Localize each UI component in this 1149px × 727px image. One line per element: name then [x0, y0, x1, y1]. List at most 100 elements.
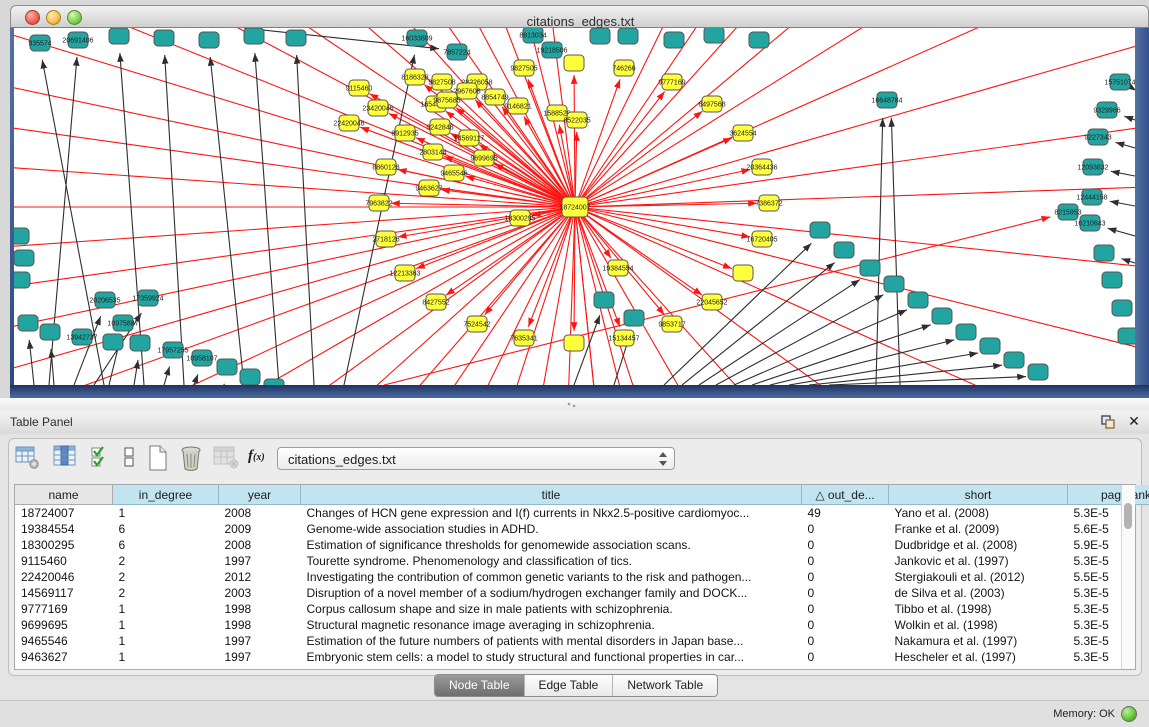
- column-header-name[interactable]: name: [15, 485, 113, 505]
- column-header-title[interactable]: title: [301, 485, 802, 505]
- graph-edge[interactable]: [1108, 228, 1135, 236]
- graph-node[interactable]: [264, 379, 284, 385]
- table-cell[interactable]: 1997: [219, 649, 301, 665]
- table-cell[interactable]: 0: [802, 617, 889, 633]
- graph-edge[interactable]: [575, 28, 1135, 207]
- graph-edge[interactable]: [716, 295, 883, 385]
- window-titlebar[interactable]: citations_edges.txt: [10, 5, 1149, 28]
- graph-node[interactable]: [14, 250, 34, 266]
- table-row[interactable]: 1938455462009Genome-wide association stu…: [15, 521, 1149, 537]
- table-cell[interactable]: 5.9E-5: [1068, 537, 1149, 553]
- graph-edge[interactable]: [575, 28, 1135, 207]
- table-cell[interactable]: 1997: [219, 553, 301, 569]
- graph-node[interactable]: [733, 265, 753, 281]
- table-cell[interactable]: 5.3E-5: [1068, 585, 1149, 601]
- graph-edge[interactable]: [14, 28, 575, 207]
- table-cell[interactable]: 2008: [219, 537, 301, 553]
- table-cell[interactable]: 2008: [219, 505, 301, 522]
- graph-node[interactable]: [40, 324, 60, 340]
- scrollbar-thumb[interactable]: [1124, 503, 1132, 529]
- graph-edge[interactable]: [14, 28, 575, 207]
- tab-network-table[interactable]: Network Table: [613, 675, 717, 696]
- graph-node[interactable]: [199, 32, 219, 48]
- graph-edge[interactable]: [165, 55, 184, 385]
- table-cell[interactable]: 1: [113, 649, 219, 665]
- table-cell[interactable]: Franke et al. (2009): [889, 521, 1068, 537]
- table-row[interactable]: 2242004622012Investigating the contribut…: [15, 569, 1149, 585]
- table-cell[interactable]: 9699695: [15, 617, 113, 633]
- table-cell[interactable]: Structural magnetic resonance image aver…: [301, 617, 802, 633]
- graph-node[interactable]: [908, 292, 928, 308]
- table-cell[interactable]: 9115460: [15, 553, 113, 569]
- table-cell[interactable]: 1997: [219, 633, 301, 649]
- graph-edge[interactable]: [1121, 259, 1135, 263]
- table-cell[interactable]: Embryonic stem cells: a model to study s…: [301, 649, 802, 665]
- graph-edge[interactable]: [134, 360, 138, 385]
- graph-node[interactable]: [286, 30, 306, 46]
- table-cell[interactable]: 2: [113, 569, 219, 585]
- table-row[interactable]: 969969511998Structural magnetic resonanc…: [15, 617, 1149, 633]
- table-cell[interactable]: Hescheler et al. (1997): [889, 649, 1068, 665]
- graph-node[interactable]: [860, 260, 880, 276]
- graph-node[interactable]: [624, 310, 644, 326]
- graph-edge[interactable]: [575, 207, 732, 269]
- graph-edge[interactable]: [14, 28, 575, 207]
- graph-edge[interactable]: [1116, 142, 1135, 148]
- graph-edge[interactable]: [164, 366, 170, 385]
- graph-edge[interactable]: [210, 57, 244, 385]
- table-cell[interactable]: Wolkin et al. (1998): [889, 617, 1068, 633]
- select-all-icon[interactable]: [90, 444, 112, 472]
- table-cell[interactable]: 0: [802, 537, 889, 553]
- table-cell[interactable]: 6: [113, 537, 219, 553]
- table-cell[interactable]: 0: [802, 649, 889, 665]
- row-height-icon[interactable]: [122, 444, 136, 472]
- graph-edge[interactable]: [14, 28, 575, 207]
- table-cell[interactable]: 2003: [219, 585, 301, 601]
- table-cell[interactable]: 0: [802, 569, 889, 585]
- table-row[interactable]: 946362711997Embryonic stem cells: a mode…: [15, 649, 1149, 665]
- graph-node[interactable]: [1102, 272, 1122, 288]
- table-cell[interactable]: Dudbridge et al. (2008): [889, 537, 1068, 553]
- graph-node[interactable]: [590, 28, 610, 44]
- table-cell[interactable]: Stergiakouli et al. (2012): [889, 569, 1068, 585]
- graph-edge[interactable]: [575, 207, 1135, 385]
- table-row[interactable]: 946554611997Estimation of the future num…: [15, 633, 1149, 649]
- table-cell[interactable]: 5.3E-5: [1068, 601, 1149, 617]
- graph-edge[interactable]: [575, 28, 1135, 207]
- table-row[interactable]: 977716911998Corpus callosum shape and si…: [15, 601, 1149, 617]
- tab-node-table[interactable]: Node Table: [435, 675, 525, 696]
- graph-edge[interactable]: [1111, 171, 1135, 176]
- graph-edge[interactable]: [14, 28, 575, 207]
- graph-edge[interactable]: [574, 75, 575, 207]
- graph-node[interactable]: [130, 335, 150, 351]
- table-cell[interactable]: 2009: [219, 521, 301, 537]
- graph-edge[interactable]: [575, 207, 1135, 385]
- table-cell[interactable]: Tourette syndrome. Phenomenology and cla…: [301, 553, 802, 569]
- graph-edge[interactable]: [575, 28, 1135, 207]
- graph-edge[interactable]: [891, 118, 900, 385]
- table-cell[interactable]: 1998: [219, 601, 301, 617]
- table-selector-dropdown[interactable]: citations_edges.txt: [277, 447, 675, 470]
- graph-node[interactable]: [1004, 352, 1024, 368]
- table-cell[interactable]: Estimation of the future numbers of pati…: [301, 633, 802, 649]
- graph-edge[interactable]: [1124, 116, 1135, 120]
- table-cell[interactable]: Estimation of significance thresholds fo…: [301, 537, 802, 553]
- graph-node[interactable]: [244, 28, 264, 44]
- divider-grip-icon[interactable]: [566, 402, 578, 407]
- graph-node[interactable]: [594, 292, 614, 308]
- graph-edge[interactable]: [575, 207, 1135, 385]
- table-cell[interactable]: 1: [113, 633, 219, 649]
- table-cell[interactable]: 1: [113, 601, 219, 617]
- graph-edge[interactable]: [770, 340, 954, 385]
- graph-node[interactable]: [1118, 328, 1135, 344]
- graph-node[interactable]: [217, 359, 237, 375]
- table-cell[interactable]: 49: [802, 505, 889, 522]
- delete-column-icon[interactable]: [178, 444, 204, 472]
- table-cell[interactable]: 2: [113, 585, 219, 601]
- table-cell[interactable]: 5.3E-5: [1068, 553, 1149, 569]
- graph-edge[interactable]: [14, 28, 575, 207]
- column-header-out_de[interactable]: △ out_de...: [802, 485, 889, 505]
- graph-edge[interactable]: [14, 28, 575, 207]
- table-cell[interactable]: Investigating the contribution of common…: [301, 569, 802, 585]
- graph-edge[interactable]: [575, 207, 750, 237]
